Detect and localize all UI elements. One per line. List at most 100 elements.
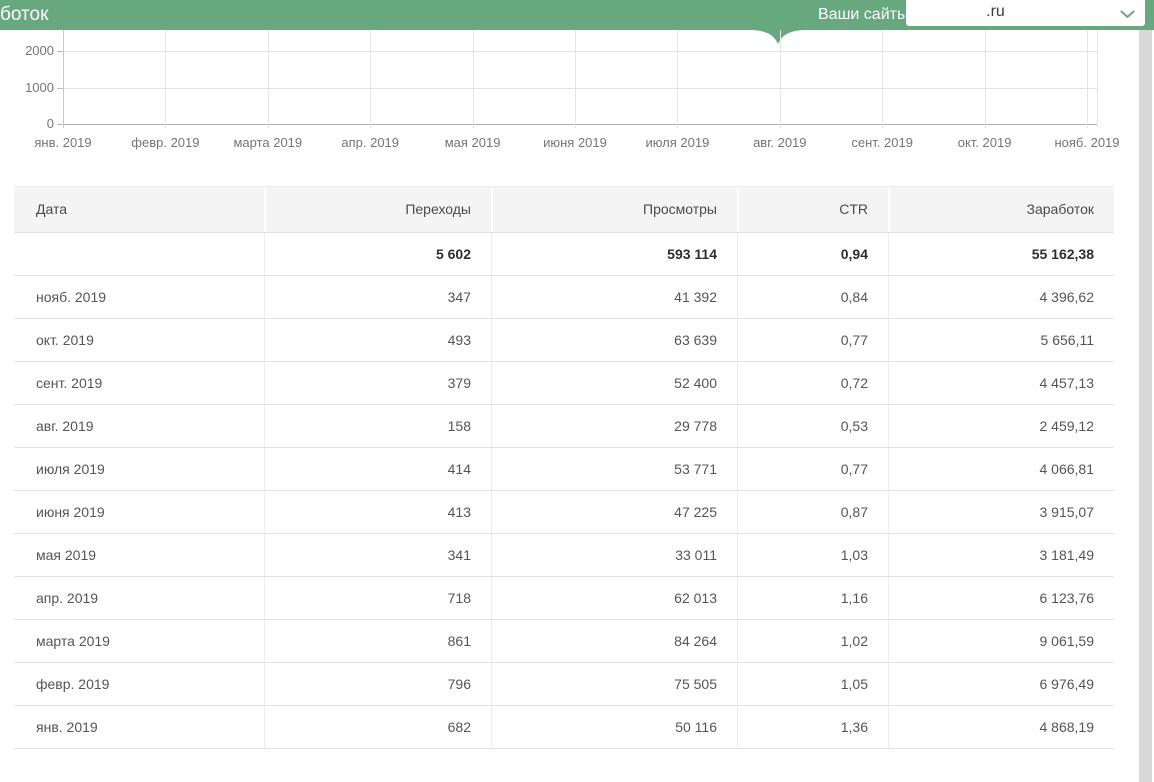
chevron-down-icon — [1120, 10, 1135, 18]
x-axis-label: марта 2019 — [233, 135, 303, 150]
table-row: авг. 2019 158 29 778 0,53 2 459,12 — [14, 405, 1114, 448]
table-cell-2: 33 011 — [491, 534, 737, 576]
table-cell-0: марта 2019 — [36, 633, 110, 649]
totals-cell-1: 5 602 — [264, 233, 491, 275]
table-cell-2: 29 778 — [491, 405, 737, 447]
page-title-partial: боток — [0, 4, 49, 25]
stats-table: Дата Переходы Просмотры CTR Заработок 5 602 5… — [14, 186, 1114, 749]
table-cell-2: 63 639 — [491, 319, 737, 361]
totals-cell-2: 593 114 — [491, 233, 737, 275]
table-cell-0: авг. 2019 — [36, 418, 94, 434]
table-cell-2: 75 505 — [491, 663, 737, 705]
x-axis-label: нояб. 2019 — [1054, 135, 1120, 150]
gridline-vertical — [267, 30, 269, 129]
table-cell-3: 1,02 — [737, 620, 888, 662]
gridline-horizontal — [63, 124, 1097, 126]
table-cell-1: 413 — [264, 491, 491, 533]
table-cell-1: 414 — [264, 448, 491, 490]
gridline-horizontal — [63, 51, 1097, 52]
gridline-vertical — [882, 30, 884, 129]
table-cell-0: янв. 2019 — [36, 719, 98, 735]
column-header-4: Заработок — [888, 187, 1114, 232]
gridline-vertical — [984, 30, 986, 129]
totals-cell-4: 55 162,38 — [888, 233, 1114, 275]
table-cell-0: февр. 2019 — [36, 676, 110, 692]
table-cell-3: 1,16 — [737, 577, 888, 619]
table-cell-0: сент. 2019 — [36, 375, 103, 391]
table-cell-4: 9 061,59 — [888, 620, 1114, 662]
table-cell-3: 0,84 — [737, 276, 888, 318]
table-cell-2: 53 771 — [491, 448, 737, 490]
table-cell-0: окт. 2019 — [36, 332, 94, 348]
x-axis-label: июня 2019 — [543, 135, 607, 150]
y-axis-label: 1000 — [25, 79, 54, 95]
table-cell-4: 3 915,07 — [888, 491, 1114, 533]
table-cell-2: 41 392 — [491, 276, 737, 318]
table-cell-3: 0,77 — [737, 448, 888, 490]
table-cell-1: 493 — [264, 319, 491, 361]
table-row: окт. 2019 493 63 639 0,77 5 656,11 — [14, 319, 1114, 362]
y-axis-line — [63, 30, 64, 129]
x-axis-label: апр. 2019 — [341, 135, 400, 150]
table-cell-3: 0,77 — [737, 319, 888, 361]
totals-cell-0 — [14, 233, 264, 275]
table-row: марта 2019 861 84 264 1,02 9 061,59 — [14, 620, 1114, 663]
table-cell-1: 341 — [264, 534, 491, 576]
table-row: февр. 2019 796 75 505 1,05 6 976,49 — [14, 663, 1114, 706]
table-cell-2: 47 225 — [491, 491, 737, 533]
table-cell-4: 2 459,12 — [888, 405, 1114, 447]
table-cell-4: 6 123,76 — [888, 577, 1114, 619]
table-cell-3: 1,03 — [737, 534, 888, 576]
table-row: июня 2019 413 47 225 0,87 3 915,07 — [14, 491, 1114, 534]
x-axis-label: мая 2019 — [444, 135, 501, 150]
gridline-vertical — [1087, 30, 1088, 129]
table-cell-1: 796 — [264, 663, 491, 705]
y-axis-label: 2000 — [25, 43, 54, 58]
table-row: мая 2019 341 33 011 1,03 3 181,49 — [14, 534, 1114, 577]
x-axis-label: янв. 2019 — [34, 135, 92, 150]
table-cell-0: нояб. 2019 — [36, 289, 107, 305]
table-row: янв. 2019 682 50 116 1,36 4 868,19 — [14, 706, 1114, 749]
site-selector[interactable]: .ru — [906, 0, 1145, 26]
table-cell-1: 379 — [264, 362, 491, 404]
totals-cell-3: 0,94 — [737, 233, 888, 275]
x-axis-label: авг. 2019 — [753, 135, 807, 150]
table-cell-3: 1,05 — [737, 663, 888, 705]
gridline-vertical — [779, 30, 781, 129]
table-row: июля 2019 414 53 771 0,77 4 066,81 — [14, 448, 1114, 491]
table-cell-0: июля 2019 — [36, 461, 105, 477]
gridline-horizontal — [63, 87, 1097, 89]
gridline-vertical — [165, 30, 167, 129]
table-cell-4: 4 066,81 — [888, 448, 1114, 490]
table-cell-1: 861 — [264, 620, 491, 662]
table-cell-4: 4 868,19 — [888, 706, 1114, 748]
site-selector-value: .ru — [986, 3, 1005, 20]
table-cell-2: 52 400 — [491, 362, 737, 404]
table-cell-0: апр. 2019 — [36, 590, 99, 606]
table-cell-1: 347 — [264, 276, 491, 318]
x-axis-label: сент. 2019 — [851, 135, 913, 150]
table-cell-2: 62 013 — [491, 577, 737, 619]
table-cell-1: 158 — [264, 405, 491, 447]
table-cell-4: 6 976,49 — [888, 663, 1114, 705]
table-body: нояб. 2019 347 41 392 0,84 4 396,62 окт. 2019… — [14, 276, 1114, 749]
earnings-chart: 2000 1000 0 янв. 2019 февр. 2019 марта 2019 ап… — [0, 30, 1154, 158]
table-cell-3: 0,53 — [737, 405, 888, 447]
table-cell-2: 50 116 — [491, 706, 737, 748]
table-cell-1: 682 — [264, 706, 491, 748]
vertical-scrollbar[interactable] — [1139, 30, 1152, 782]
table-row: нояб. 2019 347 41 392 0,84 4 396,62 — [14, 276, 1114, 319]
table-cell-3: 0,72 — [737, 362, 888, 404]
table-totals-row: 5 602 593 114 0,94 55 162,38 — [14, 233, 1114, 276]
column-header-3: CTR — [737, 187, 888, 232]
table-cell-1: 718 — [264, 577, 491, 619]
table-header-row: Дата Переходы Просмотры CTR Заработок — [14, 186, 1114, 233]
table-cell-3: 0,87 — [737, 491, 888, 533]
gridline-vertical — [677, 30, 679, 129]
table-cell-0: июня 2019 — [36, 504, 105, 520]
gridline-vertical — [370, 30, 372, 129]
table-cell-4: 5 656,11 — [888, 319, 1114, 361]
column-header-0: Дата — [36, 201, 68, 217]
column-header-2: Просмотры — [491, 187, 737, 232]
table-cell-4: 4 457,13 — [888, 362, 1114, 404]
